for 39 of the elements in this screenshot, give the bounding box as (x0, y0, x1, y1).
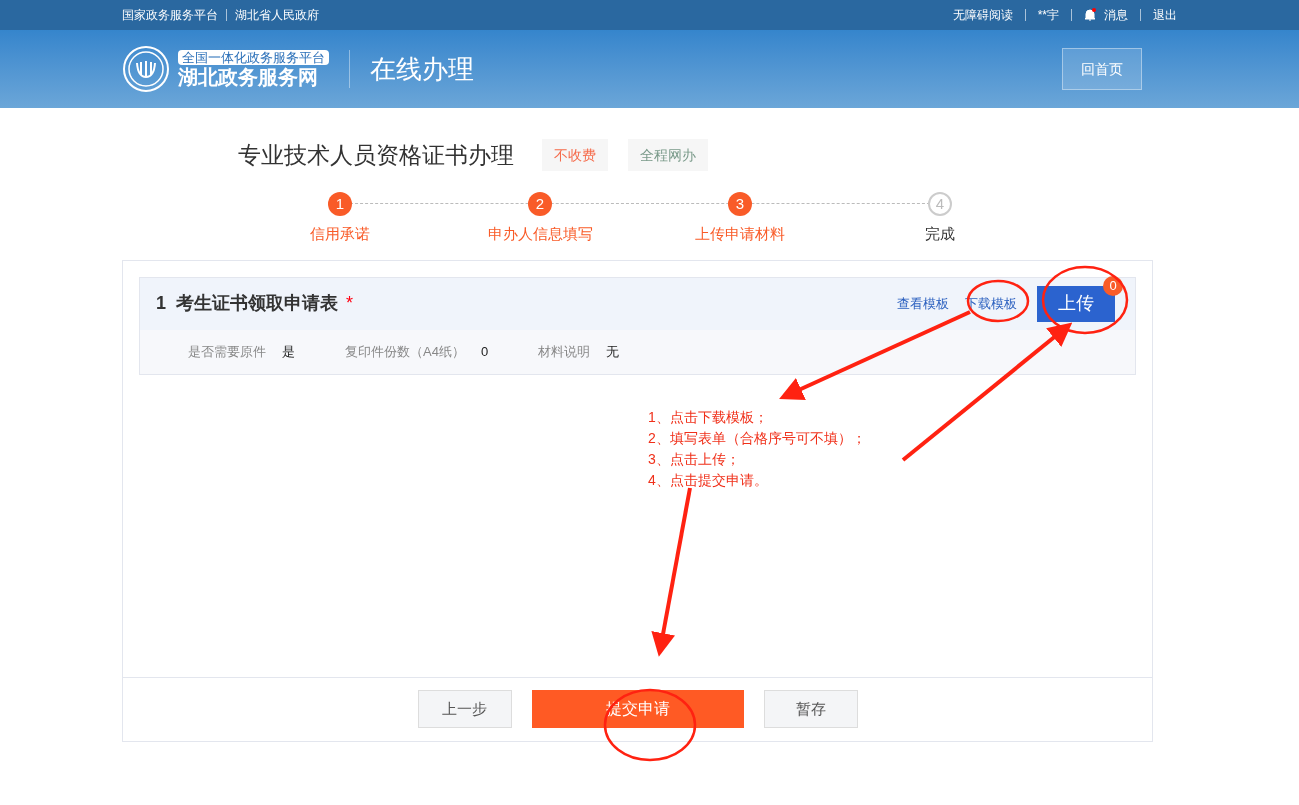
field-value: 无 (606, 342, 620, 361)
tag-label: 不收费 (542, 139, 608, 171)
step-label: 上传申请材料 (695, 224, 785, 244)
required-mark: * (346, 292, 354, 315)
top-link[interactable]: **宇 (1037, 6, 1059, 24)
top-link[interactable]: 退出 (1153, 6, 1177, 24)
top-link[interactable]: 消息 (1104, 6, 1128, 24)
top-link[interactable]: 无障碍阅读 (952, 6, 1013, 24)
field-label: 材料说明 (538, 342, 591, 361)
annotation-text: 2、填写表单（合格序号可不填）； (648, 428, 867, 448)
count-badge: 0 (1103, 275, 1123, 296)
top-link[interactable]: 湖北省人民政府 (235, 6, 319, 24)
section-title: 在线办理 (370, 52, 474, 86)
step-label: 完成 (925, 224, 955, 244)
logo-site-name: 湖北政务服务网 (178, 64, 319, 89)
field-label: 是否需要原件 (188, 342, 266, 361)
annotation-text: 1、点击下载模板； (648, 407, 769, 427)
step-label: 信用承诺 (310, 224, 370, 244)
material-title: 1 考生证书领取申请表 (156, 292, 338, 315)
field-value: 0 (480, 342, 489, 361)
logo-tagline: 全国一体化政务服务平台 (178, 49, 329, 65)
view-template-link[interactable]: 查看模板 (897, 293, 949, 314)
step-number: 1 (328, 192, 352, 216)
page-title: 专业技术人员资格证书办理 (238, 140, 514, 170)
annotation-text: 4、点击提交申请。 (648, 470, 769, 490)
tag-label: 全程网办 (628, 139, 708, 171)
step-number: 4 (928, 192, 952, 216)
bell-icon[interactable] (1084, 8, 1096, 22)
annotation-text: 3、点击上传； (648, 449, 741, 469)
annotation-ellipse (966, 279, 1030, 323)
field-label: 复印件份数（A4纸） (345, 342, 465, 361)
emblem-logo-icon (122, 45, 170, 93)
action-button[interactable]: 上一步 (417, 690, 512, 728)
step-label: 申办人信息填写 (487, 224, 593, 244)
top-link[interactable]: 国家政务服务平台 (122, 6, 218, 24)
step-number: 3 (728, 192, 752, 216)
field-value: 是 (282, 342, 295, 361)
action-button[interactable]: 暂存 (763, 690, 858, 728)
step-number: 2 (528, 192, 552, 216)
